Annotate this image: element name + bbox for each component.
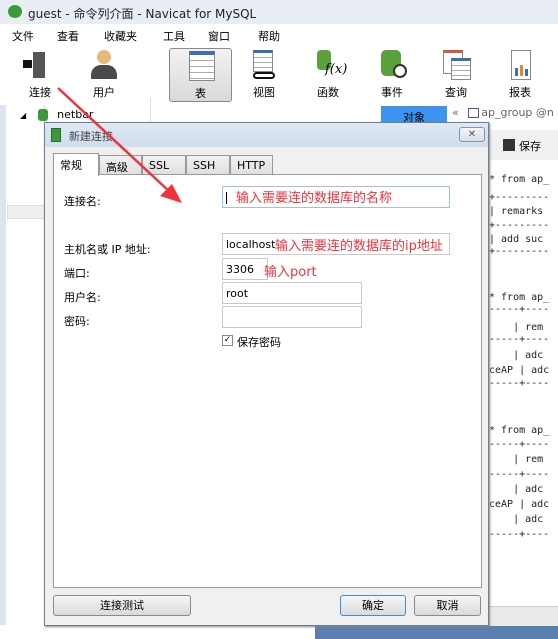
tab-general[interactable]: 常规 bbox=[53, 153, 99, 176]
red-arrow-annotation bbox=[57, 87, 182, 203]
